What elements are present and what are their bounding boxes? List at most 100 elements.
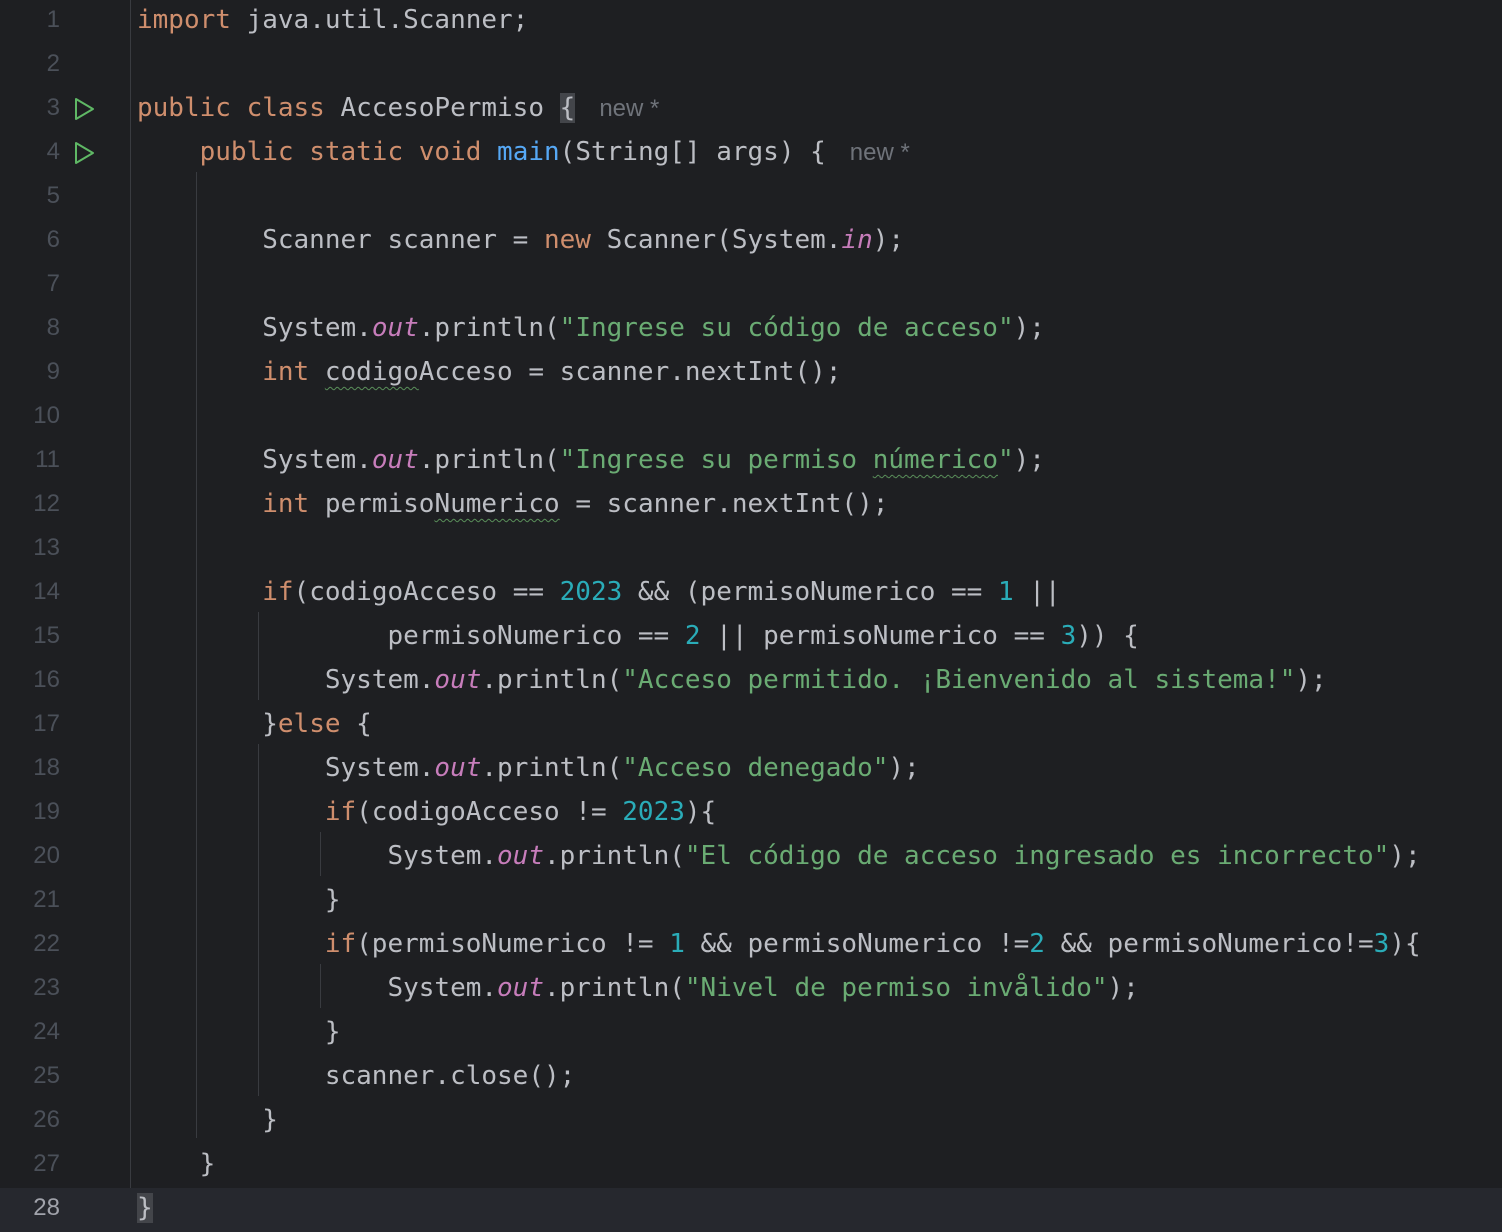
code-text[interactable]: import java.util.Scanner; <box>137 0 528 40</box>
line-number[interactable]: 3 <box>0 88 60 128</box>
code-line[interactable]: 1 import java.util.Scanner; <box>0 0 1502 44</box>
line-number[interactable]: 26 <box>0 1100 60 1140</box>
code-line[interactable]: 20 System.out.println("El código de acce… <box>0 836 1502 880</box>
code-line[interactable]: 7 <box>0 264 1502 308</box>
code-token: ){ <box>1389 929 1421 959</box>
code-line[interactable]: 18 System.out.println("Acceso denegado")… <box>0 748 1502 792</box>
code-text[interactable]: } <box>137 1012 341 1052</box>
code-token: ); <box>1295 665 1327 695</box>
code-line[interactable]: 9 int codigoAcceso = scanner.nextInt(); <box>0 352 1502 396</box>
line-number[interactable]: 9 <box>0 352 60 392</box>
code-line[interactable]: 26 } <box>0 1100 1502 1144</box>
line-number[interactable]: 24 <box>0 1012 60 1052</box>
code-text[interactable]: public static void main(String[] args) {… <box>137 132 910 173</box>
code-text[interactable]: } <box>137 880 341 920</box>
line-number[interactable]: 12 <box>0 484 60 524</box>
code-text[interactable]: System.out.println("Ingrese su permiso n… <box>137 440 1045 480</box>
code-line[interactable]: 25 scanner.close(); <box>0 1056 1502 1100</box>
code-line[interactable]: 14 if(codigoAcceso == 2023 && (permisoNu… <box>0 572 1502 616</box>
code-text[interactable]: } <box>137 1188 153 1228</box>
code-text[interactable]: Scanner scanner = new Scanner(System.in)… <box>137 220 904 260</box>
line-number[interactable]: 28 <box>0 1188 60 1228</box>
code-text[interactable]: } <box>137 1144 216 1184</box>
code-text[interactable]: scanner.close(); <box>137 1056 575 1096</box>
line-number[interactable]: 19 <box>0 792 60 832</box>
code-text[interactable]: if(codigoAcceso == 2023 && (permisoNumer… <box>137 572 1060 612</box>
code-line[interactable]: 2 <box>0 44 1502 88</box>
line-number[interactable]: 23 <box>0 968 60 1008</box>
line-number[interactable]: 2 <box>0 44 60 84</box>
code-token: .println( <box>418 445 560 475</box>
line-number[interactable]: 11 <box>0 440 60 480</box>
line-number[interactable]: 22 <box>0 924 60 964</box>
code-line[interactable]: 21 } <box>0 880 1502 924</box>
code-editor[interactable]: 1 import java.util.Scanner; 2 3 public class… <box>0 0 1502 1232</box>
line-number[interactable]: 8 <box>0 308 60 348</box>
code-text[interactable]: System.out.println("Ingrese su código de… <box>137 308 1045 348</box>
code-text[interactable]: } <box>137 1100 278 1140</box>
code-text[interactable]: System.out.println("Acceso denegado"); <box>137 748 920 788</box>
code-line[interactable]: 24 } <box>0 1012 1502 1056</box>
code-text[interactable]: System.out.println("El código de acceso … <box>137 836 1420 876</box>
code-token: 3 <box>1373 929 1390 959</box>
code-text[interactable]: System.out.println("Nivel de permiso inv… <box>137 968 1138 1008</box>
code-token: System. <box>137 665 435 695</box>
line-number[interactable]: 5 <box>0 176 60 216</box>
code-text[interactable]: System.out.println("Acceso permitido. ¡B… <box>137 660 1327 700</box>
code-line[interactable]: 15 permisoNumerico == 2 || permisoNumeri… <box>0 616 1502 660</box>
line-number[interactable]: 20 <box>0 836 60 876</box>
code-token: int <box>262 489 310 519</box>
line-number[interactable]: 21 <box>0 880 60 920</box>
code-line[interactable]: 27 } <box>0 1144 1502 1188</box>
code-text[interactable]: int codigoAcceso = scanner.nextInt(); <box>137 352 841 392</box>
line-number[interactable]: 7 <box>0 264 60 304</box>
code-token: ); <box>1013 445 1045 475</box>
code-line[interactable]: 11 System.out.println("Ingrese su permis… <box>0 440 1502 484</box>
line-number[interactable]: 25 <box>0 1056 60 1096</box>
code-line[interactable]: 16 System.out.println("Acceso permitido.… <box>0 660 1502 704</box>
code-line[interactable]: 28} <box>0 1188 1502 1232</box>
code-line[interactable]: 19 if(codigoAcceso != 2023){ <box>0 792 1502 836</box>
inlay-hint[interactable]: new * <box>599 95 659 122</box>
code-line[interactable]: 8 System.out.println("Ingrese su código … <box>0 308 1502 352</box>
line-number[interactable]: 18 <box>0 748 60 788</box>
line-number[interactable]: 15 <box>0 616 60 656</box>
code-text[interactable]: if(codigoAcceso != 2023){ <box>137 792 716 832</box>
code-text[interactable]: permisoNumerico == 2 || permisoNumerico … <box>137 616 1138 656</box>
line-number[interactable]: 4 <box>0 132 60 172</box>
code-token: } <box>137 1105 278 1135</box>
code-text[interactable]: if(permisoNumerico != 1 && permisoNumeri… <box>137 924 1421 964</box>
code-line[interactable]: 4 public static void main(String[] args)… <box>0 132 1502 176</box>
code-token: 2023 <box>622 797 685 827</box>
line-number[interactable]: 13 <box>0 528 60 568</box>
line-number[interactable]: 17 <box>0 704 60 744</box>
line-number[interactable]: 27 <box>0 1144 60 1184</box>
code-line[interactable]: 6 Scanner scanner = new Scanner(System.i… <box>0 220 1502 264</box>
code-line[interactable]: 12 int permisoNumerico = scanner.nextInt… <box>0 484 1502 528</box>
code-line[interactable]: 5 <box>0 176 1502 220</box>
line-number[interactable]: 16 <box>0 660 60 700</box>
line-number[interactable]: 6 <box>0 220 60 260</box>
code-token: ); <box>1013 313 1045 343</box>
line-number[interactable]: 14 <box>0 572 60 612</box>
code-line[interactable]: 23 System.out.println("Nivel de permiso … <box>0 968 1502 1012</box>
code-text[interactable]: public class AccesoPermiso {new * <box>137 88 659 129</box>
code-line[interactable]: 17 }else { <box>0 704 1502 748</box>
code-token: && (permisoNumerico == <box>622 577 998 607</box>
code-line[interactable]: 22 if(permisoNumerico != 1 && permisoNum… <box>0 924 1502 968</box>
run-icon[interactable] <box>72 141 96 165</box>
code-line[interactable]: 3 public class AccesoPermiso {new * <box>0 88 1502 132</box>
code-token: int <box>262 357 310 387</box>
code-text[interactable]: }else { <box>137 704 372 744</box>
code-token: } <box>137 1149 216 1179</box>
run-icon[interactable] <box>72 97 96 121</box>
line-number[interactable]: 10 <box>0 396 60 436</box>
code-line[interactable]: 10 <box>0 396 1502 440</box>
line-number[interactable]: 1 <box>0 0 60 40</box>
code-line[interactable]: 13 <box>0 528 1502 572</box>
inlay-hint[interactable]: new * <box>850 139 910 166</box>
code-token: Numerico <box>434 489 560 519</box>
code-text[interactable]: int permisoNumerico = scanner.nextInt(); <box>137 484 888 524</box>
